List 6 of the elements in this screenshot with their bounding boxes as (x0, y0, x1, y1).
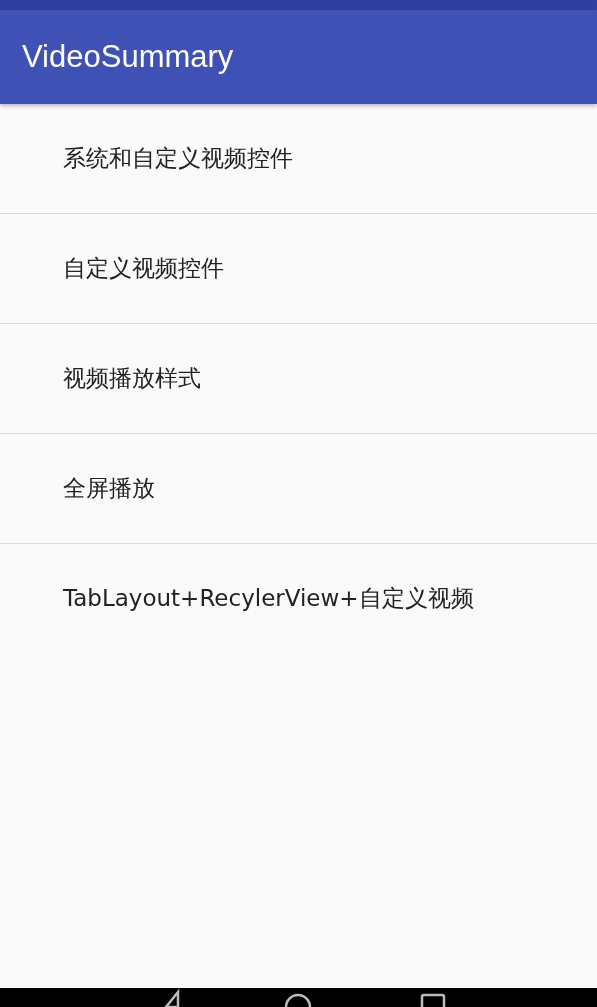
list-item[interactable]: 全屏播放 (0, 434, 597, 544)
list-item[interactable]: 自定义视频控件 (0, 214, 597, 324)
list-item[interactable]: TabLayout+RecylerView+自定义视频 (0, 544, 597, 653)
list-item[interactable]: 系统和自定义视频控件 (0, 104, 597, 214)
list-item[interactable]: 视频播放样式 (0, 324, 597, 434)
app-title: VideoSummary (22, 39, 234, 75)
